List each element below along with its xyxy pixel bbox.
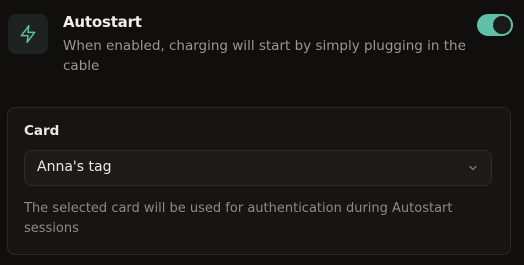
card-helper-text: The selected card will be used for authe… [24,201,453,236]
autostart-title: Autostart [63,13,142,31]
toggle-knob [493,16,511,34]
card-select[interactable]: Anna's tag [24,150,492,186]
autostart-description: When enabled, charging will start by sim… [63,38,466,74]
autostart-setting: Autostart When enabled, charging will st… [8,10,514,80]
card-select-value: Anna's tag [37,159,112,175]
lightning-bolt-icon [8,14,48,54]
card-label: Card [24,123,60,139]
autostart-toggle[interactable] [477,14,513,36]
chevron-down-icon [469,165,477,171]
card-panel: Card Anna's tag The selected card will b… [7,107,511,255]
